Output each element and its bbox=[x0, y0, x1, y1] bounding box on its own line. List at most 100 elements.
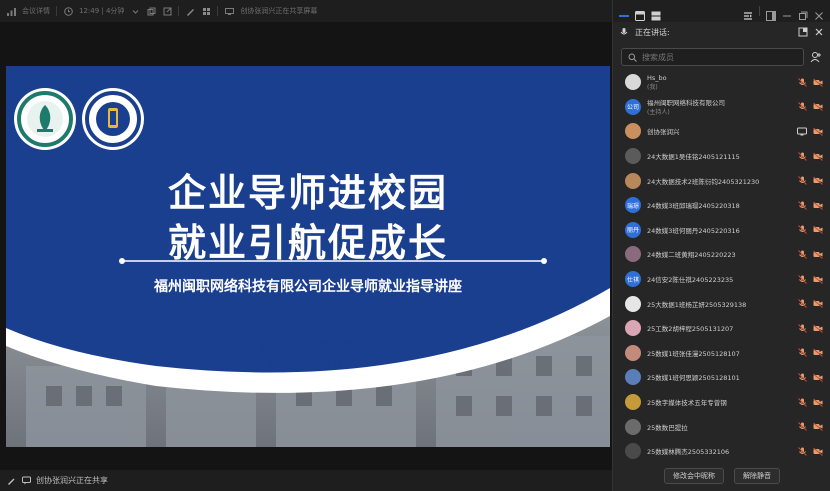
list-view-icon[interactable] bbox=[651, 6, 661, 21]
camera-off-icon[interactable] bbox=[813, 299, 823, 309]
microphone-muted-icon[interactable] bbox=[797, 323, 807, 333]
restore-icon[interactable] bbox=[798, 6, 808, 20]
microphone-muted-icon[interactable] bbox=[797, 176, 807, 186]
camera-off-icon[interactable] bbox=[813, 249, 823, 259]
microphone-muted-icon[interactable] bbox=[797, 77, 807, 87]
microphone-muted-icon[interactable] bbox=[797, 446, 807, 456]
avatar bbox=[625, 418, 641, 435]
member-role: (我) bbox=[647, 83, 658, 91]
shared-screen: 企业导师进校园 就业引航促成长 福州闽职网络科技有限公司企业导师就业指导讲座 数… bbox=[0, 22, 612, 470]
member-row[interactable]: 24大数据技术2班陈衍钧2405321230 bbox=[613, 168, 830, 193]
search-icon bbox=[628, 53, 637, 62]
microphone-muted-icon[interactable] bbox=[797, 422, 807, 432]
microphone-muted-icon[interactable] bbox=[797, 397, 807, 407]
member-row[interactable]: 24大数据1吴佳铭2405121115 bbox=[613, 144, 830, 169]
avatar bbox=[625, 394, 641, 411]
speaker-view-icon[interactable] bbox=[619, 6, 629, 17]
divider bbox=[759, 6, 760, 16]
divider bbox=[56, 6, 57, 16]
member-row[interactable]: 25数媒1班何思颖2505128101 bbox=[613, 365, 830, 390]
avatar bbox=[625, 369, 641, 386]
member-info: 24数媒3班邱瑞璟2405220318 bbox=[647, 200, 791, 210]
member-row[interactable]: 25数媒1班张佳漫2505128107 bbox=[613, 341, 830, 366]
gallery-view-icon[interactable] bbox=[635, 6, 645, 21]
microphone-muted-icon[interactable] bbox=[797, 274, 807, 284]
microphone-muted-icon[interactable] bbox=[797, 102, 807, 112]
camera-off-icon[interactable] bbox=[813, 422, 823, 432]
avatar: 瑞璟 bbox=[625, 197, 641, 214]
panel-toggle-icon[interactable] bbox=[743, 6, 753, 20]
member-row[interactable]: 24数媒二班黄翔2405220223 bbox=[613, 242, 830, 267]
camera-off-icon[interactable] bbox=[813, 372, 823, 382]
member-row[interactable]: 公司 福州闽职网络科技有限公司 (主持人) bbox=[613, 95, 830, 120]
slide-date: 2026年5月11日 bbox=[267, 358, 349, 371]
camera-off-icon[interactable] bbox=[813, 225, 823, 235]
avatar bbox=[625, 344, 641, 361]
microphone-muted-icon[interactable] bbox=[797, 200, 807, 210]
camera-off-icon[interactable] bbox=[813, 77, 823, 87]
search-input[interactable] bbox=[642, 52, 782, 62]
add-member-icon[interactable] bbox=[810, 51, 822, 63]
sidebar-icon[interactable] bbox=[766, 6, 776, 21]
close-window-icon[interactable] bbox=[814, 6, 824, 20]
member-info: 25数媒1班张佳漫2505128107 bbox=[647, 348, 791, 358]
close-panel-icon[interactable] bbox=[814, 27, 824, 37]
chevron-down-icon[interactable] bbox=[130, 6, 140, 16]
member-list: Hs_bo (我) 公司 福州闽职网络科技有限公司 (主持人) 创协张润兴 24大数据1吴佳… bbox=[613, 70, 830, 464]
member-info: 创协张润兴 bbox=[647, 126, 791, 136]
avatar bbox=[625, 443, 641, 460]
member-row[interactable]: 25数字媒体技术五年专曾钢 bbox=[613, 390, 830, 415]
camera-off-icon[interactable] bbox=[813, 126, 823, 136]
member-row[interactable]: 创协张润兴 bbox=[613, 119, 830, 144]
member-row[interactable]: Hs_bo (我) bbox=[613, 70, 830, 95]
grid-icon[interactable] bbox=[201, 6, 211, 16]
search-box[interactable] bbox=[621, 48, 804, 66]
camera-off-icon[interactable] bbox=[813, 151, 823, 161]
open-external-icon[interactable] bbox=[162, 6, 172, 16]
minimize-icon[interactable] bbox=[782, 6, 792, 17]
clock-icon bbox=[63, 6, 73, 16]
slide-title-line2: 就业引航促成长 bbox=[167, 221, 448, 265]
sharing-notice: 创协张润兴正在共享屏幕 bbox=[240, 7, 318, 15]
copy-icon[interactable] bbox=[146, 6, 156, 16]
panel-actions: 修改会中昵称 解除静音 bbox=[613, 464, 830, 488]
camera-off-icon[interactable] bbox=[813, 176, 823, 186]
camera-off-icon[interactable] bbox=[813, 348, 823, 358]
camera-off-icon[interactable] bbox=[813, 397, 823, 407]
popout-icon[interactable] bbox=[798, 27, 808, 37]
microphone-muted-icon[interactable] bbox=[797, 151, 807, 161]
member-row[interactable]: 25大数据1班杨芷妍2505329138 bbox=[613, 291, 830, 316]
microphone-muted-icon[interactable] bbox=[797, 348, 807, 358]
camera-off-icon[interactable] bbox=[813, 323, 823, 333]
member-row[interactable]: 仕祺 24信安2陈仕祺2405223235 bbox=[613, 267, 830, 292]
member-info: 24信安2陈仕祺2405223235 bbox=[647, 274, 791, 284]
bottom-status-bar: 创协张润兴正在共享 bbox=[0, 470, 612, 491]
top-toolbar: 会议详情 12:49 | 4分钟 创协张润兴正在共享屏幕 bbox=[0, 0, 612, 22]
signal-icon[interactable] bbox=[6, 6, 16, 16]
microphone-muted-icon[interactable] bbox=[797, 225, 807, 235]
speaking-indicator: 正在讲话: bbox=[613, 22, 830, 42]
microphone-muted-icon[interactable] bbox=[797, 299, 807, 309]
member-row[interactable]: 25数媒林腾杰2505332106 bbox=[613, 439, 830, 464]
member-name: 24大数据1吴佳铭2405121115 bbox=[647, 153, 740, 162]
camera-off-icon[interactable] bbox=[813, 446, 823, 456]
microphone-muted-icon[interactable] bbox=[797, 372, 807, 382]
camera-off-icon[interactable] bbox=[813, 274, 823, 284]
camera-off-icon[interactable] bbox=[813, 200, 823, 210]
pen-icon[interactable] bbox=[6, 476, 16, 486]
member-row[interactable]: 25数数巴提拉 bbox=[613, 414, 830, 439]
annotation-icon[interactable] bbox=[185, 6, 195, 16]
microphone-muted-icon[interactable] bbox=[797, 249, 807, 259]
member-row[interactable]: 丽丹 24数媒3班何丽丹2405220316 bbox=[613, 218, 830, 243]
member-name: 24数媒3班何丽丹2405220316 bbox=[647, 226, 740, 235]
rename-button[interactable]: 修改会中昵称 bbox=[664, 468, 724, 484]
member-row[interactable]: 瑞璟 24数媒3班邱瑞璟2405220318 bbox=[613, 193, 830, 218]
meeting-info-link[interactable]: 会议详情 bbox=[22, 6, 50, 16]
college-logo-right bbox=[82, 88, 144, 150]
unmute-all-button[interactable]: 解除静音 bbox=[734, 468, 780, 484]
camera-off-icon[interactable] bbox=[813, 102, 823, 112]
screen-share-icon[interactable] bbox=[797, 126, 807, 136]
avatar: 公司 bbox=[625, 98, 641, 115]
speaking-label: 正在讲话: bbox=[635, 27, 670, 37]
member-row[interactable]: 25工数2胡梓程2505131207 bbox=[613, 316, 830, 341]
